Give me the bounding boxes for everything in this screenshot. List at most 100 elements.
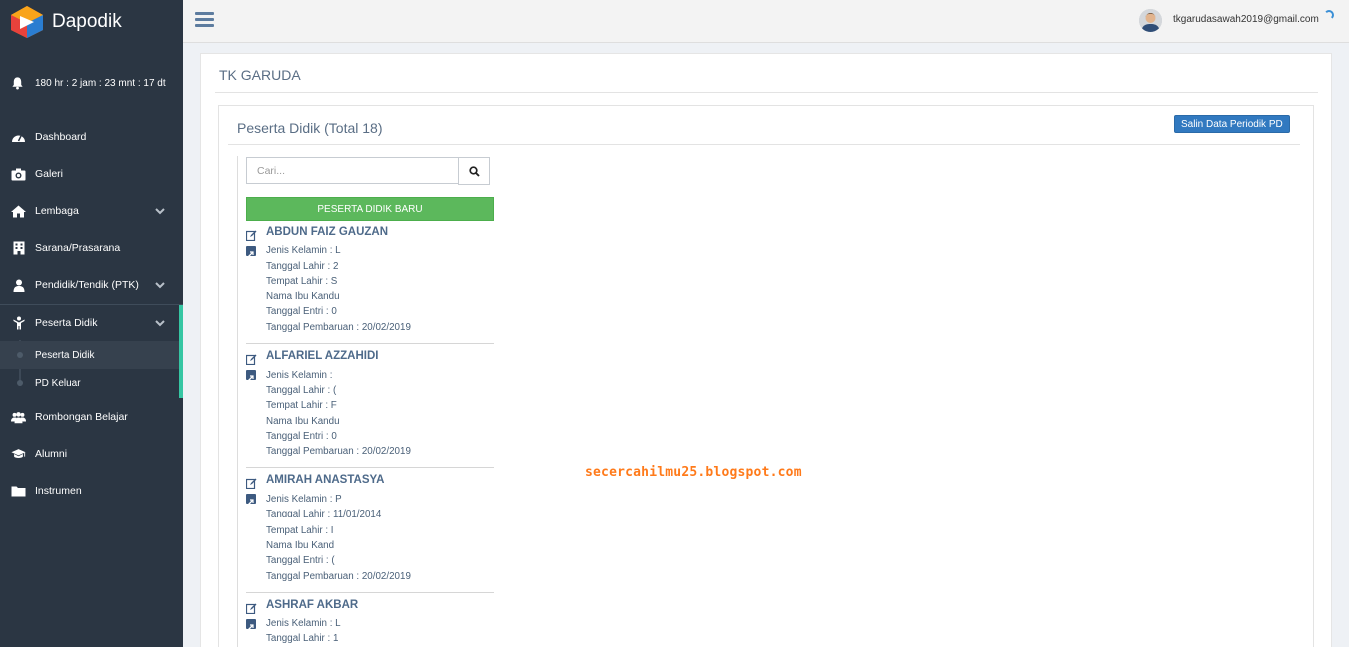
chevron-down-icon — [155, 282, 165, 289]
salin-data-periodik-button[interactable]: Salin Data Periodik PD — [1174, 115, 1290, 133]
sidebar-item-label: Dashboard — [35, 131, 87, 143]
sidebar-item-label: Lembaga — [35, 205, 79, 217]
sidebar-divider — [0, 304, 183, 305]
users-icon — [11, 410, 26, 424]
user-email[interactable]: tkgarudasawah2019@gmail.com — [1173, 14, 1319, 25]
graduation-cap-icon — [11, 447, 26, 461]
search-button[interactable] — [458, 157, 490, 185]
tempat-lahir: Tempat Lahir : I — [266, 525, 334, 536]
submenu-item-pd-keluar[interactable]: PD Keluar — [0, 369, 179, 397]
tanggal-pembaruan: Tanggal Pembaruan : 20/02/2019 — [266, 571, 411, 582]
open-detail-icon[interactable] — [246, 246, 256, 257]
item-divider — [246, 592, 494, 593]
submenu-dot — [17, 380, 23, 386]
sidebar-item-label: Alumni — [35, 448, 68, 460]
dapodik-logo-icon — [11, 5, 43, 38]
bell-icon — [12, 77, 23, 90]
sidebar-item-peserta-didik[interactable]: Peserta Didik — [0, 308, 183, 338]
sidebar-item-label: Peserta Didik — [35, 317, 98, 329]
search-input[interactable] — [246, 157, 459, 184]
tanggal-lahir: Tanggal Lahir : 2 — [266, 261, 339, 272]
edit-icon[interactable] — [246, 354, 257, 365]
jenis-kelamin: Jenis Kelamin : P — [266, 494, 342, 505]
item-divider — [246, 343, 494, 344]
section-title: Peserta Didik (Total 18) — [237, 120, 383, 136]
submenu-dot — [17, 352, 23, 358]
tanggal-lahir: Tanggal Lahir : 11/01/2014 — [266, 509, 382, 517]
sidebar-item-rombongan-belajar[interactable]: Rombongan Belajar — [0, 402, 183, 432]
edit-icon[interactable] — [246, 603, 257, 614]
tempat-lahir: Tempat Lahir : S — [266, 276, 338, 287]
sidebar-item-dashboard[interactable]: Dashboard — [0, 122, 183, 152]
page-title: TK GARUDA — [219, 67, 301, 83]
child-icon — [11, 316, 26, 330]
sidebar-item-sarana-prasarana[interactable]: Sarana/Prasarana — [0, 233, 183, 263]
sidebar-item-label: Sarana/Prasarana — [35, 242, 121, 254]
tanggal-entri: Tanggal Entri : ( — [266, 555, 335, 566]
nama-ibu-kandung: Nama Ibu Kandu — [266, 416, 340, 427]
folder-icon — [11, 484, 26, 498]
app-name: Dapodik — [52, 10, 122, 32]
tanggal-lahir: Tanggal Lahir : ( — [266, 385, 337, 396]
item-divider — [246, 467, 494, 468]
countdown-timer: 180 hr : 2 jam : 23 mnt : 17 dt — [11, 76, 171, 92]
chevron-down-icon — [155, 320, 165, 327]
watermark-text: secercahilmu25.blogspot.com — [585, 465, 802, 480]
chevron-down-icon — [155, 208, 165, 215]
submenu-item-peserta-didik[interactable]: Peserta Didik — [0, 341, 179, 369]
tempat-lahir: Tempat Lahir : F — [266, 400, 337, 411]
sidebar-item-label: Instrumen — [35, 485, 82, 497]
sidebar-item-galeri[interactable]: Galeri — [0, 159, 183, 189]
open-detail-icon[interactable] — [246, 619, 256, 630]
brand[interactable]: Dapodik — [0, 0, 183, 43]
student-name[interactable]: AMIRAH ANASTASYA — [266, 474, 384, 486]
jenis-kelamin: Jenis Kelamin : L — [266, 245, 341, 256]
nama-ibu-kandung: Nama Ibu Kandu — [266, 291, 340, 302]
nama-ibu-kandung: Nama Ibu Kand — [266, 540, 335, 551]
sidebar-item-lembaga[interactable]: Lembaga — [0, 196, 183, 226]
avatar[interactable] — [1139, 9, 1162, 32]
tanggal-pembaruan: Tanggal Pembaruan : 20/02/2019 — [266, 322, 411, 333]
sidebar: Dapodik 180 hr : 2 jam : 23 mnt : 17 dt … — [0, 0, 183, 647]
top-bar: tkgarudasawah2019@gmail.com — [183, 0, 1349, 43]
sidebar-item-label: Pendidik/Tendik (PTK) — [35, 279, 139, 291]
title-divider — [215, 92, 1318, 93]
tanggal-entri: Tanggal Entri : 0 — [266, 306, 337, 317]
loading-spinner-icon — [1324, 10, 1334, 20]
main-card: TK GARUDA Peserta Didik (Total 18) Salin… — [200, 53, 1332, 647]
menu-toggle-icon[interactable] — [195, 12, 214, 28]
open-detail-icon[interactable] — [246, 494, 256, 505]
sidebar-item-label: Rombongan Belajar — [35, 411, 128, 423]
sidebar-item-instrumen[interactable]: Instrumen — [0, 476, 183, 506]
section-divider — [228, 144, 1300, 145]
list-border — [237, 156, 238, 647]
tanggal-entri: Tanggal Entri : 0 — [266, 431, 337, 442]
countdown-text: 180 hr : 2 jam : 23 mnt : 17 dt — [35, 78, 166, 89]
list-item: ALFARIEL AZZAHIDI Jenis Kelamin : Tangga… — [246, 350, 496, 468]
dashboard-icon — [11, 130, 26, 144]
building-icon — [11, 241, 26, 255]
peserta-didik-baru-button[interactable]: PESERTA DIDIK BARU — [246, 197, 494, 221]
jenis-kelamin: Jenis Kelamin : — [266, 370, 333, 381]
list-item: ASHRAF AKBAR Jenis Kelamin : L Tanggal L… — [246, 599, 496, 647]
tanggal-lahir: Tanggal Lahir : 1 — [266, 633, 339, 644]
home-icon — [11, 204, 26, 218]
sidebar-item-alumni[interactable]: Alumni — [0, 439, 183, 469]
tanggal-pembaruan: Tanggal Pembaruan : 20/02/2019 — [266, 446, 411, 457]
list-item: ABDUN FAIZ GAUZAN Jenis Kelamin : L Tang… — [246, 226, 496, 344]
submenu-item-label: PD Keluar — [35, 377, 81, 389]
sidebar-item-label: Galeri — [35, 168, 64, 180]
peserta-didik-panel: Peserta Didik (Total 18) Salin Data Peri… — [218, 105, 1314, 647]
list-item: AMIRAH ANASTASYA Jenis Kelamin : P Tangg… — [246, 474, 496, 593]
edit-icon[interactable] — [246, 230, 257, 241]
search-icon — [468, 165, 480, 177]
open-detail-icon[interactable] — [246, 370, 256, 381]
sidebar-item-ptk[interactable]: Pendidik/Tendik (PTK) — [0, 270, 183, 300]
active-indicator — [179, 305, 183, 398]
edit-icon[interactable] — [246, 478, 257, 489]
submenu-item-label: Peserta Didik — [35, 349, 95, 361]
user-icon — [11, 278, 26, 292]
student-name[interactable]: ALFARIEL AZZAHIDI — [266, 350, 378, 362]
student-name[interactable]: ASHRAF AKBAR — [266, 599, 358, 611]
student-name[interactable]: ABDUN FAIZ GAUZAN — [266, 226, 388, 238]
